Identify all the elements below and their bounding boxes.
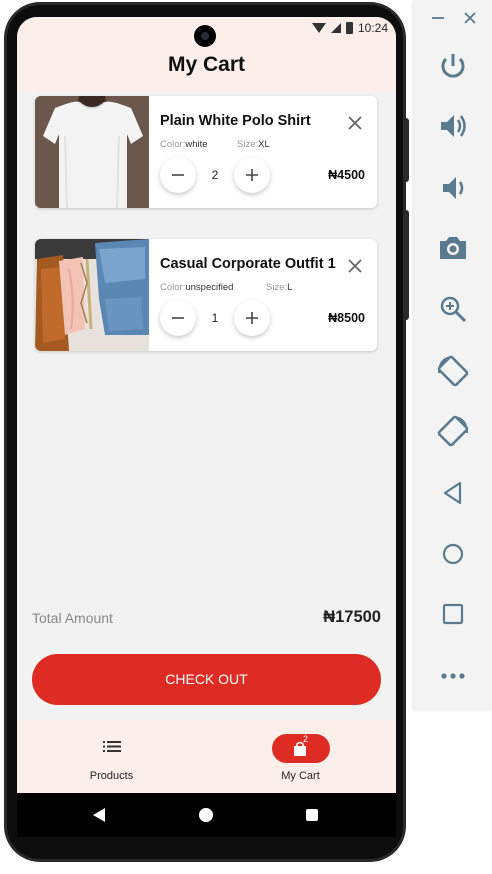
item-price: ₦8500 (328, 311, 365, 325)
side-button (404, 118, 409, 182)
nav-item-products[interactable]: Products (17, 720, 206, 793)
remove-item-icon[interactable] (345, 256, 365, 276)
minus-icon (172, 174, 184, 176)
product-image (35, 239, 149, 351)
volume-up-icon[interactable] (435, 108, 471, 144)
battery-icon (345, 22, 353, 34)
total-value: ₦17500 (323, 608, 381, 626)
list-icon (103, 741, 121, 752)
color-label: Color: (160, 282, 186, 293)
power-icon[interactable] (435, 48, 471, 84)
cart-badge: 2 (303, 734, 309, 744)
quantity-value: 1 (211, 311, 219, 325)
cart-item: Casual Corporate Outfit 1 Color:unspecif… (35, 239, 377, 351)
decrease-quantity-button[interactable] (160, 300, 196, 336)
home-icon[interactable] (199, 808, 213, 822)
product-image (35, 96, 149, 208)
overview-icon[interactable] (435, 596, 471, 632)
color-info: Color:unspecified (160, 282, 233, 293)
rotate-left-icon[interactable] (435, 353, 471, 389)
color-value: unspecified (185, 282, 234, 293)
size-value: L (287, 282, 293, 293)
front-camera (194, 25, 216, 47)
signal-icon (330, 23, 341, 33)
nav-item-my-cart[interactable]: 2 My Cart (206, 720, 395, 793)
size-info: Size:XL (237, 139, 270, 150)
color-info: Color:white (160, 139, 208, 150)
size-label: Size: (266, 282, 288, 293)
stage: 10:24 My Cart Plain White Polo Shirt Col… (0, 0, 492, 874)
size-value: XL (258, 139, 270, 150)
recents-icon[interactable] (306, 809, 318, 821)
increase-quantity-button[interactable] (234, 157, 270, 193)
camera-icon[interactable] (435, 230, 471, 266)
app-bar: My Cart (17, 41, 396, 91)
wifi-icon (311, 23, 326, 33)
nav-label-products: Products (89, 770, 134, 782)
minus-icon (172, 317, 184, 319)
checkout-button[interactable]: CHECK OUT (32, 654, 381, 705)
total-label: Total Amount (32, 610, 113, 626)
color-value: white (185, 139, 208, 150)
item-price: ₦4500 (328, 168, 365, 182)
rotate-right-icon[interactable] (435, 413, 471, 449)
app-screen: 10:24 My Cart Plain White Polo Shirt Col… (17, 17, 396, 837)
minimize-icon[interactable] (428, 8, 448, 28)
plus-icon (246, 169, 258, 181)
home-icon[interactable] (435, 536, 471, 572)
zoom-icon[interactable] (435, 291, 471, 327)
system-nav-bar (17, 793, 396, 837)
more-icon[interactable] (435, 658, 471, 694)
side-button (404, 210, 409, 320)
back-icon[interactable] (435, 475, 471, 511)
nav-active-indicator: 2 (272, 734, 330, 763)
decrease-quantity-button[interactable] (160, 157, 196, 193)
page-title: My Cart (167, 53, 246, 76)
product-name: Plain White Polo Shirt (160, 113, 311, 129)
size-label: Size: (237, 139, 259, 150)
back-icon[interactable] (93, 808, 105, 822)
cart-item: Plain White Polo Shirt Color:white Size:… (35, 96, 377, 208)
emulator-toolbar (414, 0, 492, 710)
volume-down-icon[interactable] (435, 170, 471, 206)
product-name: Casual Corporate Outfit 1 (160, 256, 336, 272)
plus-icon (246, 312, 258, 324)
bottom-nav: Products 2 My Cart (17, 720, 396, 793)
size-info: Size:L (266, 282, 292, 293)
quantity-value: 2 (211, 168, 219, 182)
close-icon[interactable] (460, 8, 480, 28)
increase-quantity-button[interactable] (234, 300, 270, 336)
remove-item-icon[interactable] (345, 113, 365, 133)
color-label: Color: (160, 139, 186, 150)
nav-label-my-cart: My Cart (281, 770, 320, 782)
status-time: 10:24 (357, 21, 388, 35)
